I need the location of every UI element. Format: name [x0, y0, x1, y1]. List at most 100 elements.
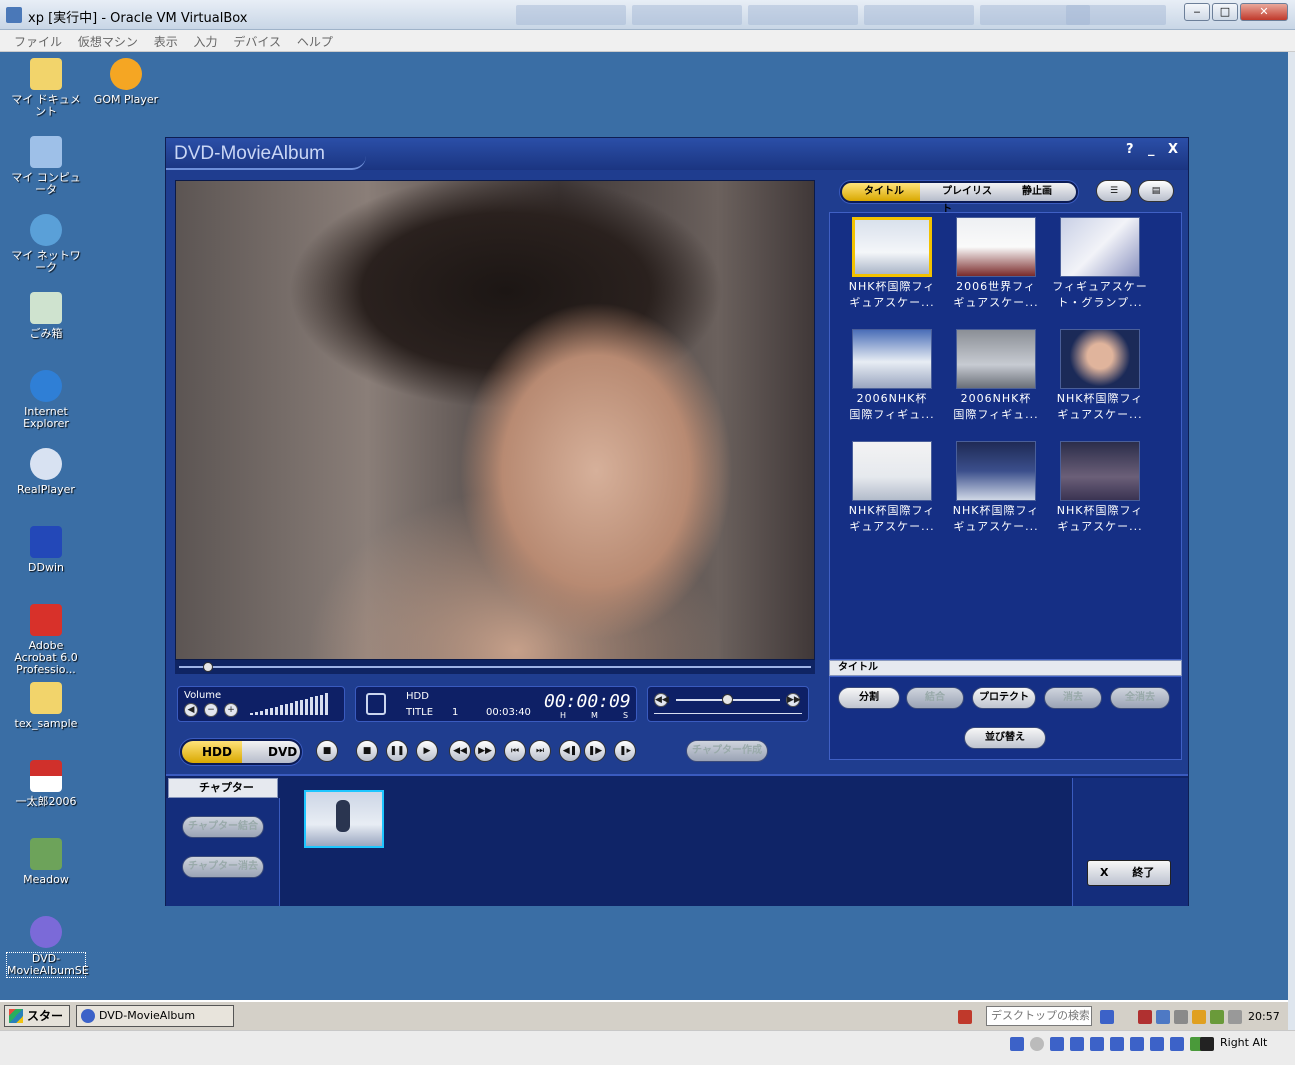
title-thumbnail[interactable]: NHK杯国際フィ ギュアスケー...	[844, 217, 940, 309]
previous-chapter-button[interactable]: ⏮	[504, 740, 526, 762]
update-icon[interactable]	[1192, 1010, 1206, 1024]
menu-view[interactable]: 表示	[148, 30, 184, 53]
recording-icon[interactable]	[1170, 1037, 1184, 1051]
magnifier-icon[interactable]	[1156, 1010, 1170, 1024]
pause-button[interactable]: ❚❚	[386, 740, 408, 762]
mouse-capture-icon[interactable]	[1200, 1037, 1214, 1051]
seek-handle[interactable]	[203, 662, 213, 672]
desktop-icon-recycle-bin[interactable]: ごみ箱	[6, 292, 86, 340]
title-thumbnail[interactable]: NHK杯国際フィ ギュアスケー...	[1052, 329, 1148, 421]
thumbnail-image	[956, 217, 1036, 277]
mute-icon[interactable]: ◀	[184, 703, 198, 717]
network-tray-icon[interactable]	[1210, 1010, 1224, 1024]
menu-machine[interactable]: 仮想マシン	[72, 30, 144, 53]
desktop-icon-internet-explorer[interactable]: Internet Explorer	[6, 370, 86, 430]
chapter-join-button[interactable]: チャプター結合	[182, 816, 264, 838]
desktop-icon-realplayer[interactable]: RealPlayer	[6, 448, 86, 496]
step-forward-button[interactable]: ❚▶	[584, 740, 606, 762]
help-button[interactable]: ?	[1126, 142, 1134, 157]
audio-icon[interactable]	[1070, 1037, 1084, 1051]
protect-button[interactable]: プロテクト	[972, 687, 1036, 709]
computer-icon	[30, 136, 62, 168]
desktop-search-input[interactable]	[986, 1006, 1092, 1026]
play-button[interactable]: ▶	[416, 740, 438, 762]
desktop-icon-ichitaro[interactable]: 一太郎2006	[6, 760, 86, 808]
chapter-delete-button[interactable]: チャプター消去	[182, 856, 264, 878]
speed-scale	[654, 713, 802, 714]
title-operations: 分割 結合 プロテクト 消去 全消去 並び替え	[829, 676, 1182, 760]
exit-button[interactable]: X 終了	[1087, 860, 1171, 886]
taskbar-item-dvd-moviealbum[interactable]: DVD-MovieAlbum	[76, 1005, 234, 1027]
forward-speed-icon[interactable]: ▶▶	[786, 693, 801, 707]
view-list-icon[interactable]: ☰	[1096, 180, 1132, 202]
desktop-icon-gom-player[interactable]: GOM Player	[86, 58, 166, 106]
ghost-tab	[748, 5, 858, 25]
chapter-thumbnail[interactable]	[304, 790, 384, 848]
volume-down-button[interactable]: −	[204, 703, 218, 717]
minimize-button[interactable]: ‒	[1184, 3, 1210, 21]
title-thumbnail[interactable]: 2006NHK杯 国際フィギュ...	[948, 329, 1044, 421]
desktop-icon-my-documents[interactable]: マイ ドキュメント	[6, 58, 86, 118]
title-thumbnail[interactable]: 2006NHK杯 国際フィギュ...	[844, 329, 940, 421]
volume-meter[interactable]	[250, 693, 336, 715]
maximize-button[interactable]: □	[1212, 3, 1238, 21]
safe-remove-icon[interactable]	[1228, 1010, 1242, 1024]
split-button[interactable]: 分割	[838, 687, 900, 709]
display-icon[interactable]	[1150, 1037, 1164, 1051]
video-preview[interactable]	[175, 180, 815, 660]
title-thumbnail[interactable]: NHK杯国際フィ ギュアスケー...	[844, 441, 940, 533]
tab-title[interactable]: タイトル	[842, 183, 920, 201]
chapter-create-button[interactable]: チャプター作成	[686, 740, 768, 762]
delete-all-button[interactable]: 全消去	[1110, 687, 1170, 709]
volume-up-button[interactable]: +	[224, 703, 238, 717]
step-back-button[interactable]: ◀❚	[559, 740, 581, 762]
volume-icon[interactable]	[1174, 1010, 1188, 1024]
stop-button[interactable]: ■	[356, 740, 378, 762]
title-thumbnail[interactable]: NHK杯国際フィ ギュアスケー...	[1052, 441, 1148, 533]
title-thumbnail[interactable]: NHK杯国際フィ ギュアスケー...	[948, 441, 1044, 533]
desktop-icon-acrobat[interactable]: Adobe Acrobat 6.0 Professio...	[6, 604, 86, 676]
dvd-button[interactable]: DVD	[242, 741, 300, 763]
desktop-icon-tex-sample[interactable]: tex_sample	[6, 682, 86, 730]
shared-folder-icon[interactable]	[1130, 1037, 1144, 1051]
rewind-speed-icon[interactable]: ◀◀	[654, 693, 669, 707]
slow-play-button[interactable]: ❚▸	[614, 740, 636, 762]
hdd-button[interactable]: HDD	[182, 741, 242, 763]
menu-input[interactable]: 入力	[188, 30, 224, 53]
fast-forward-button[interactable]: ▶▶	[474, 740, 496, 762]
speed-handle[interactable]	[722, 694, 733, 705]
rewind-button[interactable]: ◀◀	[449, 740, 471, 762]
floppy-icon[interactable]	[1050, 1037, 1064, 1051]
seek-bar[interactable]	[175, 660, 815, 674]
security-icon[interactable]	[1138, 1010, 1152, 1024]
desktop-icon-dvd-moviealbum[interactable]: DVD-MovieAlbumSE	[6, 916, 89, 978]
desktop-icon-meadow[interactable]: Meadow	[6, 838, 86, 886]
network-adapter-icon[interactable]	[1090, 1037, 1104, 1051]
menu-devices[interactable]: デバイス	[227, 30, 287, 53]
desktop-icon-my-network[interactable]: マイ ネットワーク	[6, 214, 86, 274]
usb-icon[interactable]	[1110, 1037, 1124, 1051]
view-detail-icon[interactable]: ▤	[1138, 180, 1174, 202]
start-button[interactable]: スタート	[4, 1005, 70, 1043]
join-button[interactable]: 結合	[906, 687, 964, 709]
open-folder-button[interactable]: ■	[316, 740, 338, 762]
title-thumbnail[interactable]: 2006世界フィ ギュアスケー...	[948, 217, 1044, 309]
desktop-icon-ddwin[interactable]: DDwin	[6, 526, 86, 574]
acrobat-tray-icon[interactable]	[958, 1010, 972, 1024]
sort-button[interactable]: 並び替え	[964, 727, 1046, 749]
search-icon[interactable]	[1100, 1010, 1114, 1024]
delete-button[interactable]: 消去	[1044, 687, 1102, 709]
internet-explorer-icon	[30, 370, 62, 402]
optical-drive-icon[interactable]	[1030, 1037, 1044, 1051]
menu-file[interactable]: ファイル	[8, 30, 68, 53]
close-button[interactable]: ✕	[1240, 3, 1288, 21]
next-chapter-button[interactable]: ⏭	[529, 740, 551, 762]
tab-still-image[interactable]: 静止画	[1000, 183, 1076, 201]
close-button[interactable]: X	[1168, 142, 1178, 157]
desktop-icon-my-computer[interactable]: マイ コンピュータ	[6, 136, 86, 196]
tab-playlist[interactable]: プレイリスト	[920, 183, 1000, 215]
title-thumbnail[interactable]: フィギュアスケー ト・グランプ...	[1052, 217, 1148, 309]
menu-help[interactable]: ヘルプ	[291, 30, 339, 53]
minimize-button[interactable]: _	[1148, 142, 1155, 157]
hard-disk-icon[interactable]	[1010, 1037, 1024, 1051]
